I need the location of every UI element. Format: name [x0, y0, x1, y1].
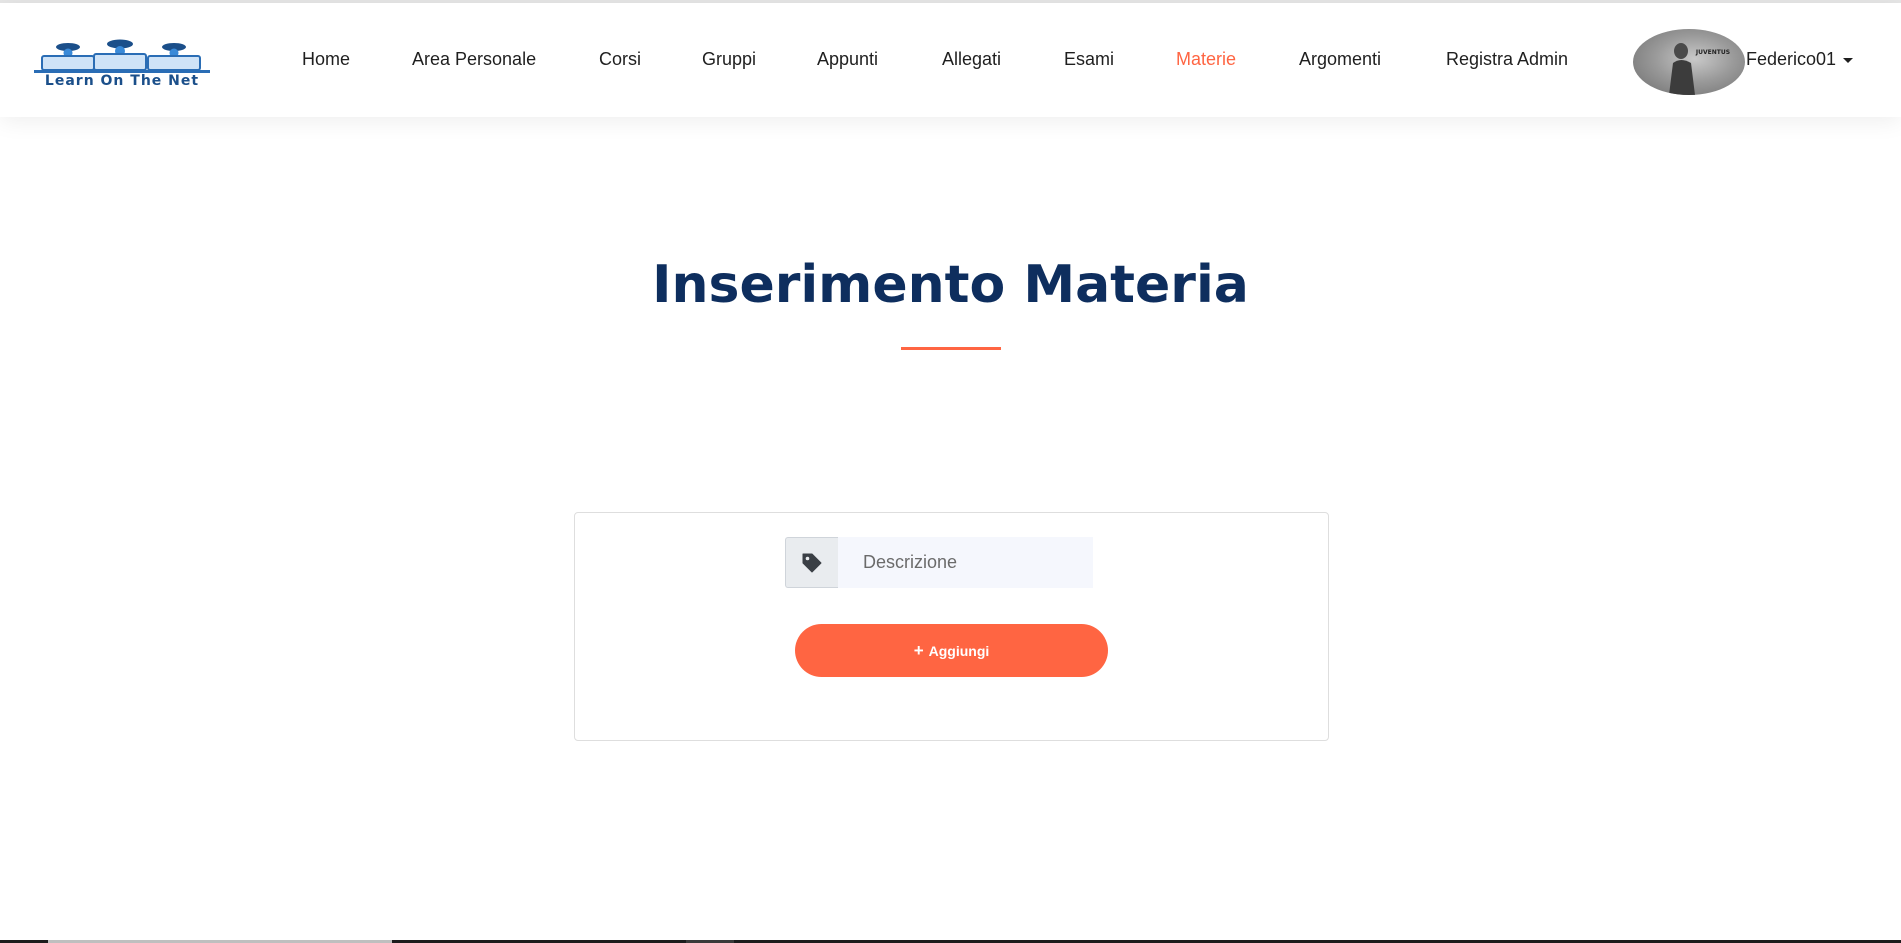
nav-registra-admin[interactable]: Registra Admin — [1446, 49, 1568, 70]
nav-allegati[interactable]: Allegati — [942, 49, 1001, 70]
main-nav: Home Area Personale Corsi Gruppi Appunti… — [0, 3, 1901, 117]
nav-area-personale[interactable]: Area Personale — [412, 49, 536, 70]
nav-esami[interactable]: Esami — [1064, 49, 1114, 70]
avatar-text: JUVENTUS — [1695, 49, 1730, 56]
nav-gruppi[interactable]: Gruppi — [702, 49, 756, 70]
nav-home[interactable]: Home — [302, 49, 350, 70]
page-title: Inserimento Materia — [652, 255, 1249, 315]
nav-appunti[interactable]: Appunti — [817, 49, 878, 70]
add-button-label: Aggiungi — [928, 642, 990, 659]
user-avatar[interactable]: JUVENTUS — [1633, 29, 1745, 95]
site-header: Learn On The Net Home Area Personale Cor… — [0, 3, 1901, 117]
title-underline — [901, 347, 1001, 350]
description-input-group — [785, 537, 1093, 588]
description-input[interactable] — [838, 537, 1093, 588]
nav-argomenti[interactable]: Argomenti — [1299, 49, 1381, 70]
add-button[interactable]: + Aggiungi — [795, 624, 1108, 677]
chevron-down-icon[interactable] — [1843, 58, 1853, 63]
user-menu-toggle[interactable]: Federico01 — [1746, 49, 1836, 70]
tag-icon — [785, 537, 838, 588]
nav-corsi[interactable]: Corsi — [599, 49, 641, 70]
nav-materie[interactable]: Materie — [1176, 49, 1236, 70]
plus-icon: + — [913, 641, 924, 660]
